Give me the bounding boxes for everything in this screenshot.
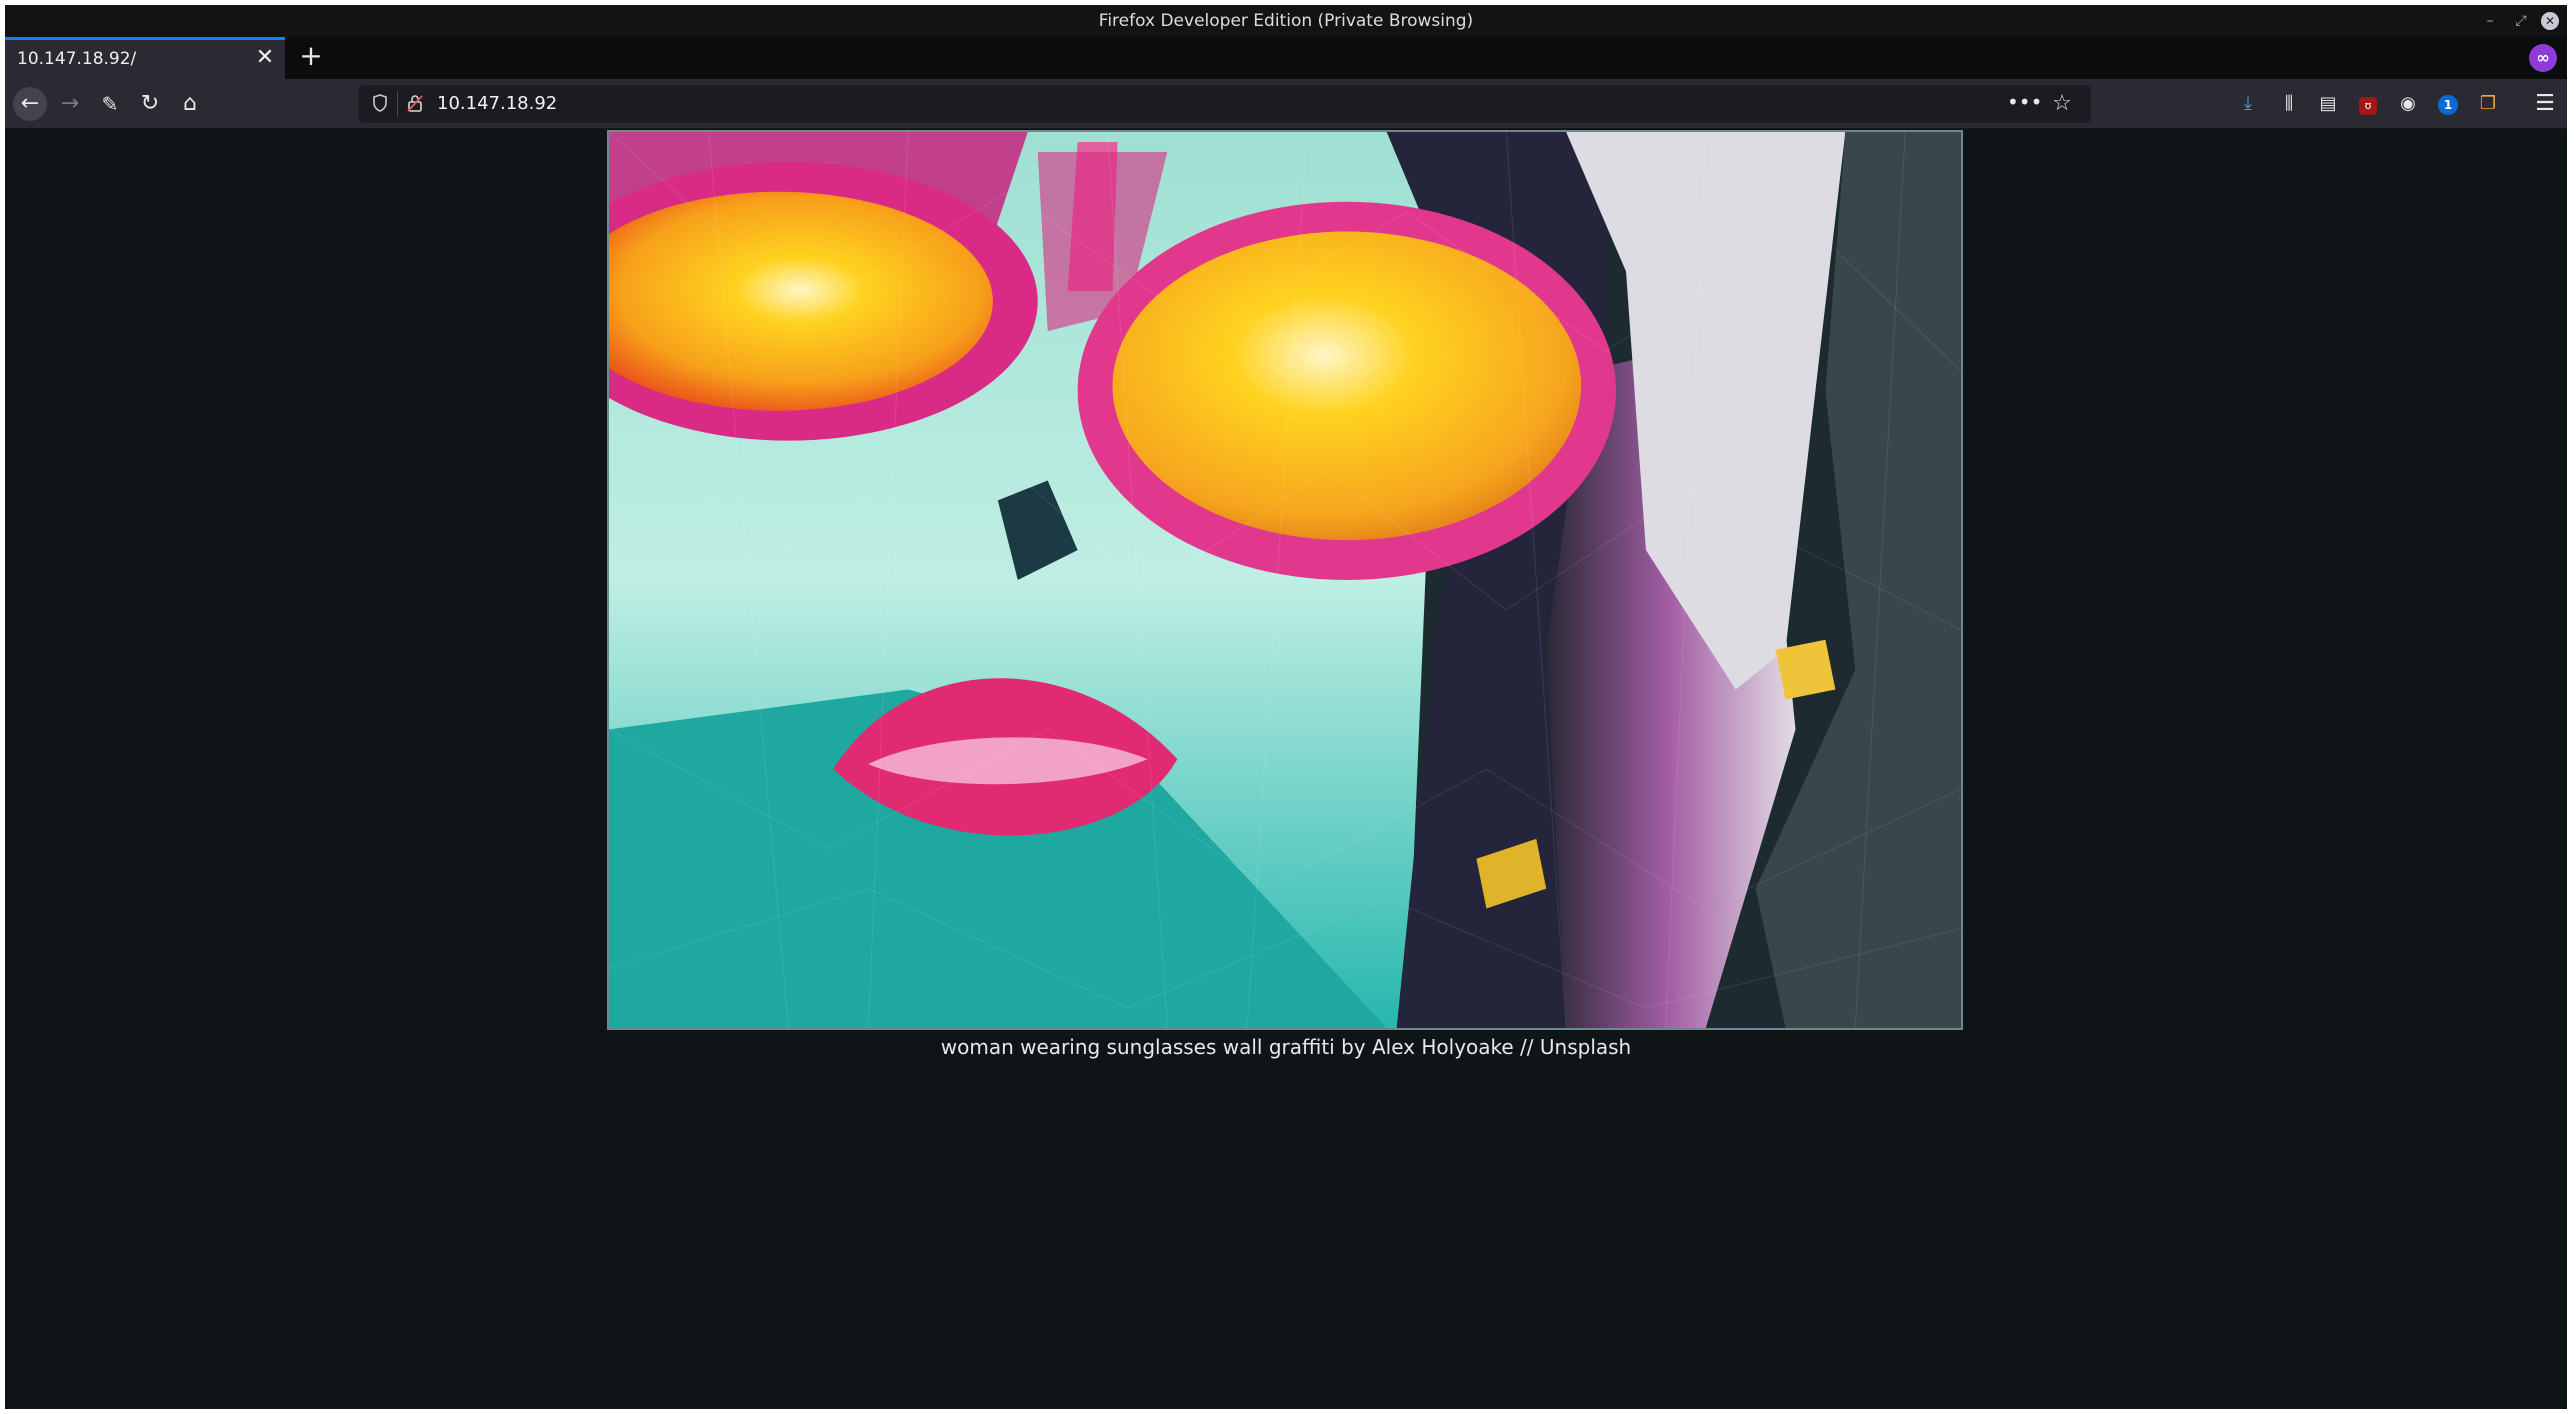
window-title: Firefox Developer Edition (Private Brows… — [1098, 11, 1474, 31]
account-icon[interactable]: ◉ — [2395, 91, 2421, 117]
bookmark-star-icon[interactable]: ☆ — [2047, 90, 2077, 118]
back-button[interactable]: ← — [13, 87, 47, 121]
hamburger-menu-icon[interactable]: ☰ — [2532, 91, 2558, 117]
new-tab-button[interactable]: + — [295, 41, 327, 73]
home-button[interactable]: ⌂ — [173, 87, 207, 121]
private-browsing-icon: ∞ — [2529, 44, 2557, 72]
ublock-origin-icon[interactable]: ʊ — [2355, 91, 2381, 117]
page-actions-icon[interactable]: ••• — [2007, 90, 2042, 118]
password-manager-icon[interactable]: 1 — [2435, 91, 2461, 117]
graffiti-artwork — [609, 132, 1961, 1028]
minimize-button[interactable]: – — [2480, 11, 2500, 31]
tab-title: 10.147.18.92/ — [17, 49, 137, 69]
library-icon[interactable]: ⫼ — [2276, 91, 2302, 117]
tab-active[interactable]: 10.147.18.92/ ✕ — [5, 37, 285, 79]
maximize-button[interactable]: ⤢ — [2511, 11, 2531, 31]
reload-button[interactable]: ↻ — [133, 87, 167, 121]
title-bar: Firefox Developer Edition (Private Brows… — [5, 5, 2567, 37]
page-content: woman wearing sunglasses wall graffiti b… — [5, 130, 2567, 1409]
url-divider — [397, 91, 398, 117]
navigation-toolbar: ← → ✎ ↻ ⌂ ••• ☆ ⤓ ⫼ ▤ ʊ ◉ 1 ❐ ☰ — [5, 79, 2567, 129]
url-bar[interactable]: ••• ☆ — [359, 85, 2091, 123]
tab-strip: 10.147.18.92/ ✕ + ∞ — [5, 37, 2567, 79]
sidebar-icon[interactable]: ▤ — [2315, 91, 2341, 117]
close-window-button[interactable]: ✕ — [2541, 12, 2559, 30]
graffiti-image — [607, 130, 1963, 1030]
browser-window: Firefox Developer Edition (Private Brows… — [5, 5, 2567, 1409]
forward-button[interactable]: → — [53, 87, 87, 121]
download-icon[interactable]: ⤓ — [2235, 91, 2261, 117]
ublock-glyph: ʊ — [2359, 97, 2377, 115]
image-caption: woman wearing sunglasses wall graffiti b… — [940, 1035, 1632, 1059]
insecure-lock-icon[interactable] — [405, 94, 425, 114]
developer-tools-icon[interactable]: ✎ — [93, 87, 127, 121]
tab-close-icon[interactable]: ✕ — [253, 46, 277, 70]
containers-icon[interactable]: ❐ — [2475, 91, 2501, 117]
password-manager-glyph: 1 — [2438, 95, 2458, 115]
url-input[interactable] — [437, 93, 1937, 114]
tracking-protection-icon[interactable] — [371, 94, 389, 114]
